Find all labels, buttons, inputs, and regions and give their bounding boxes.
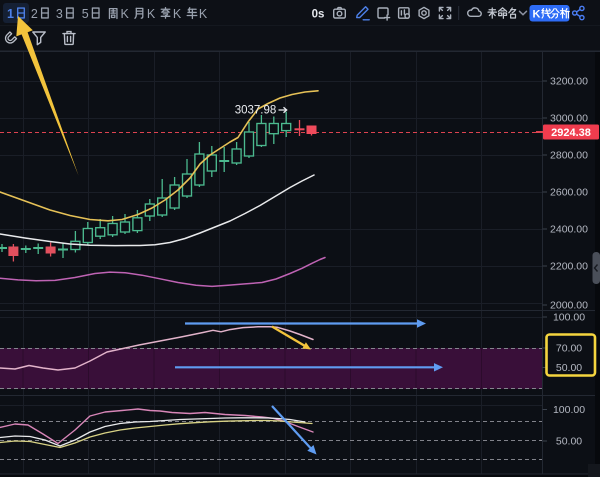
svg-text:K: K bbox=[199, 7, 208, 21]
svg-text:1: 1 bbox=[7, 7, 14, 21]
svg-text:3200.00: 3200.00 bbox=[550, 76, 588, 88]
svg-text:2800.00: 2800.00 bbox=[550, 150, 588, 162]
svg-text:0s: 0s bbox=[312, 8, 325, 20]
svg-text:3037.98: 3037.98 bbox=[235, 104, 277, 116]
svg-text:K: K bbox=[147, 7, 156, 21]
svg-text:100.00: 100.00 bbox=[553, 404, 585, 416]
svg-text:2200.00: 2200.00 bbox=[550, 261, 588, 273]
svg-text:3: 3 bbox=[56, 7, 63, 21]
svg-text:2924.38: 2924.38 bbox=[551, 127, 591, 139]
svg-text:100.00: 100.00 bbox=[553, 312, 585, 324]
svg-text:2400.00: 2400.00 bbox=[550, 224, 588, 236]
svg-text:70.00: 70.00 bbox=[556, 343, 582, 355]
svg-text:2600.00: 2600.00 bbox=[550, 187, 588, 199]
svg-text:K: K bbox=[121, 7, 130, 21]
svg-text:50.00: 50.00 bbox=[556, 436, 582, 448]
svg-text:K: K bbox=[533, 9, 541, 21]
svg-text:5: 5 bbox=[82, 7, 89, 21]
svg-text:50.00: 50.00 bbox=[556, 362, 582, 374]
svg-text:2: 2 bbox=[31, 7, 38, 21]
svg-text:K: K bbox=[173, 7, 182, 21]
svg-text:2000.00: 2000.00 bbox=[550, 300, 588, 312]
svg-text:3000.00: 3000.00 bbox=[550, 113, 588, 125]
